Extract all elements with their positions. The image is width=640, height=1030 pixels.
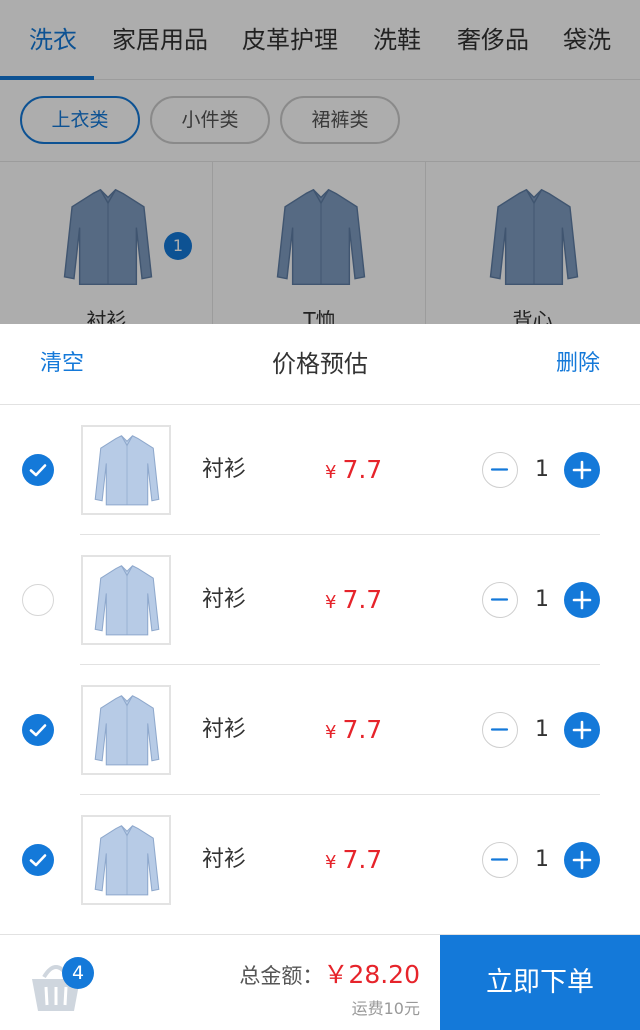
currency-symbol: ¥ bbox=[325, 592, 337, 613]
decrease-quantity-button[interactable] bbox=[482, 582, 518, 618]
cart-item-row: 衬衫 ¥7.7 1 bbox=[0, 795, 640, 925]
total-amount: ￥28.20 bbox=[323, 960, 420, 989]
currency-symbol: ¥ bbox=[325, 462, 337, 483]
item-name: 衬衫 bbox=[202, 717, 247, 742]
cart-item-row: 衬衫 ¥7.7 1 bbox=[0, 535, 640, 665]
item-price: ¥7.7 bbox=[325, 795, 382, 928]
item-price: ¥7.7 bbox=[325, 535, 382, 668]
price-value: 7.7 bbox=[342, 715, 383, 744]
increase-quantity-button[interactable] bbox=[564, 582, 600, 618]
checked-circle-icon[interactable] bbox=[22, 844, 54, 876]
item-price: ¥7.7 bbox=[325, 405, 382, 538]
item-thumbnail bbox=[81, 815, 171, 905]
cart-item-row: 衬衫 ¥7.7 1 bbox=[0, 665, 640, 795]
item-price: ¥7.7 bbox=[325, 665, 382, 798]
shirt-thumbnail bbox=[94, 435, 160, 506]
increase-quantity-button[interactable] bbox=[564, 452, 600, 488]
item-name: 衬衫 bbox=[202, 587, 247, 612]
checked-circle-icon[interactable] bbox=[22, 454, 54, 486]
item-name: 衬衫 bbox=[202, 457, 247, 482]
shirt-thumbnail bbox=[94, 695, 160, 766]
quantity-value: 1 bbox=[535, 717, 549, 742]
total-label: 总金额： bbox=[239, 964, 324, 988]
shirt-thumbnail bbox=[94, 565, 160, 636]
quantity-value: 1 bbox=[535, 457, 549, 482]
item-thumbnail bbox=[81, 555, 171, 645]
cart-count-badge: 4 bbox=[62, 957, 94, 989]
quantity-value: 1 bbox=[535, 847, 549, 872]
decrease-quantity-button[interactable] bbox=[482, 452, 518, 488]
shirt-thumbnail bbox=[94, 825, 160, 896]
price-value: 7.7 bbox=[342, 845, 383, 874]
price-estimate-sheet: 清空 价格预估 删除 衬衫 ¥7.7 1 衬衫 ¥7.7 1 衬衫 ¥7.7 1 衬衫 ¥7.7 1 bbox=[0, 324, 640, 1030]
decrease-quantity-button[interactable] bbox=[482, 842, 518, 878]
clear-button[interactable]: 清空 bbox=[40, 324, 84, 404]
increase-quantity-button[interactable] bbox=[564, 712, 600, 748]
delete-button[interactable]: 删除 bbox=[556, 324, 600, 404]
increase-quantity-button[interactable] bbox=[564, 842, 600, 878]
currency-symbol: ¥ bbox=[325, 852, 337, 873]
sheet-header: 清空 价格预估 删除 bbox=[0, 324, 640, 405]
place-order-button[interactable]: 立即下单 bbox=[440, 935, 640, 1030]
checked-circle-icon[interactable] bbox=[22, 714, 54, 746]
cart-item-row: 衬衫 ¥7.7 1 bbox=[0, 405, 640, 535]
sheet-title: 价格预估 bbox=[272, 350, 368, 378]
total-line: 总金额：￥28.20 bbox=[239, 955, 420, 991]
quantity-value: 1 bbox=[535, 587, 549, 612]
item-thumbnail bbox=[81, 425, 171, 515]
currency-symbol: ¥ bbox=[325, 722, 337, 743]
price-value: 7.7 bbox=[342, 455, 383, 484]
decrease-quantity-button[interactable] bbox=[482, 712, 518, 748]
checkout-bar: 4 总金额：￥28.20 运费10元 立即下单 bbox=[0, 934, 640, 1030]
item-thumbnail bbox=[81, 685, 171, 775]
shipping-fee: 运费10元 bbox=[351, 999, 420, 1018]
unchecked-circle-icon[interactable] bbox=[22, 584, 54, 616]
item-name: 衬衫 bbox=[202, 847, 247, 872]
price-value: 7.7 bbox=[342, 585, 383, 614]
